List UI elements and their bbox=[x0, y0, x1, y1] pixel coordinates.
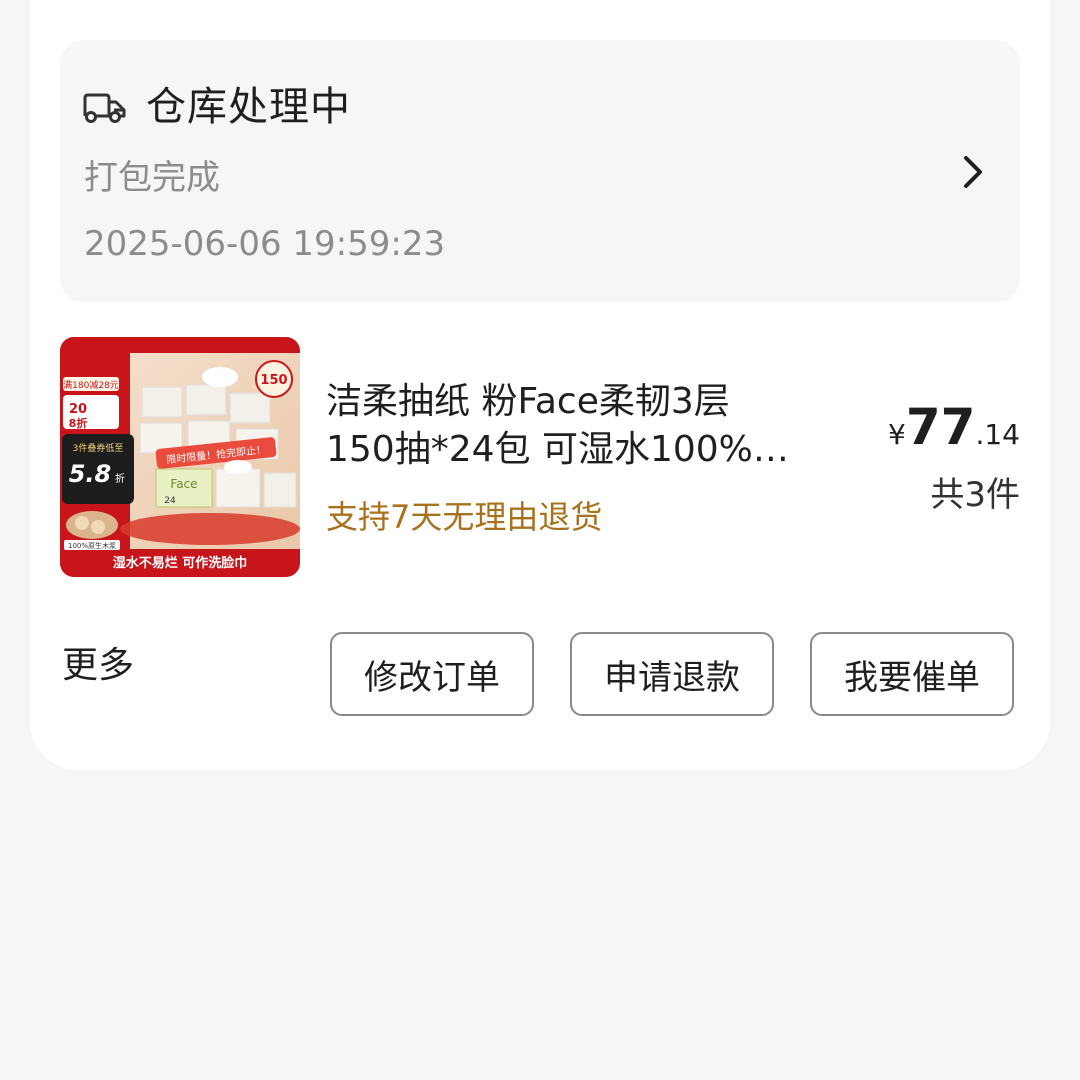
deal-value-text: 5.8 bbox=[69, 460, 112, 488]
promo-discount-text: 8折 bbox=[69, 416, 88, 430]
logistics-status-time: 2025-06-06 19:59:23 bbox=[84, 224, 446, 264]
return-policy-label: 支持7天无理由退货 bbox=[326, 498, 603, 536]
product-quantity: 共3件 bbox=[930, 475, 1020, 515]
price-currency: ¥ bbox=[888, 418, 906, 451]
promo-top-text: 满180减28元 bbox=[63, 379, 119, 391]
deal-unit-text: 折 bbox=[115, 472, 125, 485]
request-refund-button[interactable]: 申请退款 bbox=[570, 632, 774, 716]
logistics-status-title: 仓库处理中 bbox=[146, 84, 351, 130]
product-image[interactable]: 满180减28元 20 8折 3件叠券低至 5.8 折 100%原生木浆 150… bbox=[60, 337, 300, 577]
fiber-text: 100%原生木浆 bbox=[68, 541, 116, 550]
price-decimal: .14 bbox=[975, 418, 1020, 451]
deal-label-text: 3件叠券低至 bbox=[73, 442, 124, 454]
bottom-banner-text: 湿水不易烂 可作洗脸巾 bbox=[113, 555, 248, 571]
product-title[interactable]: 洁柔抽纸 粉Face柔韧3层 150抽*24包 可湿水100%… bbox=[326, 378, 836, 474]
more-button[interactable]: 更多 bbox=[62, 642, 134, 690]
chevron-right-icon bbox=[964, 156, 982, 188]
logistics-status-detail: 打包完成 bbox=[84, 158, 220, 198]
product-price: ¥77.14 bbox=[888, 398, 1020, 456]
promo-badge-text: 20 bbox=[69, 402, 87, 417]
truck-icon bbox=[83, 93, 126, 123]
logistics-status-panel[interactable]: 仓库处理中 打包完成 2025-06-06 19:59:23 bbox=[60, 40, 1020, 302]
modify-order-button[interactable]: 修改订单 bbox=[330, 632, 534, 716]
brand-text: Face bbox=[170, 477, 197, 491]
price-integer: 77 bbox=[905, 398, 976, 456]
count-badge-text: 150 bbox=[260, 373, 287, 388]
product-title-line-1: 洁柔抽纸 粉Face柔韧3层 bbox=[326, 381, 730, 422]
product-image-graphic: 满180减28元 20 8折 3件叠券低至 5.8 折 100%原生木浆 150… bbox=[60, 337, 300, 577]
urge-delivery-button[interactable]: 我要催单 bbox=[810, 632, 1014, 716]
product-title-line-2: 150抽*24包 可湿水100%… bbox=[326, 429, 789, 470]
box-count-text: 24 bbox=[164, 496, 176, 506]
